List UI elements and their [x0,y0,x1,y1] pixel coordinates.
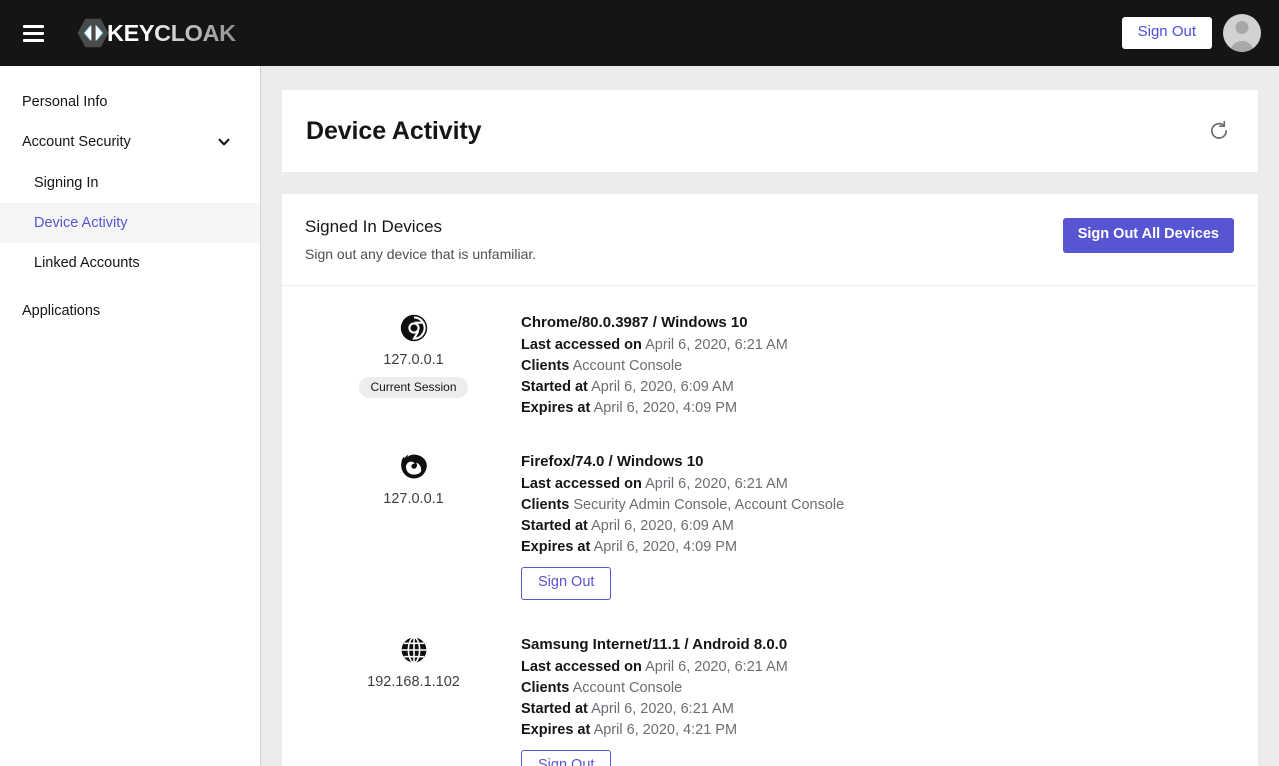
device-details: Firefox/74.0 / Windows 10 Last accessed … [521,449,1234,600]
last-accessed-value: April 6, 2020, 6:21 AM [645,476,788,492]
started-label: Started at [521,701,588,717]
sidebar-item-linked-accounts[interactable]: Linked Accounts [0,243,260,283]
hamburger-bar [23,39,44,42]
keycloak-hexagon-logo-icon [77,18,109,48]
sidebar-item-account-security[interactable]: Account Security [0,122,260,162]
sidebar-item-label: Device Activity [34,213,244,233]
card-header-texts: Signed In Devices Sign out any device th… [305,216,1063,263]
started-value: April 6, 2020, 6:09 AM [591,379,734,395]
expires-value: April 6, 2020, 4:09 PM [594,400,737,416]
card-title: Signed In Devices [305,216,1063,238]
hamburger-bar [23,25,44,28]
device-clients: Clients Security Admin Console, Account … [521,495,1234,516]
started-value: April 6, 2020, 6:09 AM [591,518,734,534]
sidebar-item-signing-in[interactable]: Signing In [0,163,260,203]
last-accessed-label: Last accessed on [521,659,642,675]
clients-label: Clients [521,497,569,513]
sidebar-item-device-activity[interactable]: Device Activity [0,203,260,243]
hamburger-bar [23,32,44,35]
device-started: Started at April 6, 2020, 6:09 AM [521,516,1234,537]
device-identity: 127.0.0.1 Current Session [306,310,521,398]
expires-label: Expires at [521,539,590,555]
device-expires: Expires at April 6, 2020, 4:09 PM [521,398,1234,419]
last-accessed-value: April 6, 2020, 6:21 AM [645,337,788,353]
expires-label: Expires at [521,722,590,738]
device-name: Firefox/74.0 / Windows 10 [521,451,1234,473]
sidebar: Personal Info Account Security Signing I… [0,66,261,766]
sign-out-device-button[interactable]: Sign Out [521,567,611,600]
clients-value: Account Console [573,680,683,696]
sidebar-item-label: Personal Info [22,92,244,112]
avatar-head [1236,21,1249,34]
page-title: Device Activity [306,117,481,146]
signed-in-devices-card: Signed In Devices Sign out any device th… [282,194,1258,766]
sidebar-item-personal-info[interactable]: Personal Info [0,82,260,122]
chrome-icon [400,314,428,347]
hamburger-icon[interactable] [10,0,56,66]
masthead: KEYCLOAK Sign Out [0,0,1279,66]
device-clients: Clients Account Console [521,678,1234,699]
device-ip: 127.0.0.1 [383,491,443,508]
device-expires: Expires at April 6, 2020, 4:21 PM [521,720,1234,741]
sign-out-device-button[interactable]: Sign Out [521,750,611,766]
device-list: 127.0.0.1 Current Session Chrome/80.0.39… [282,286,1258,766]
device-started: Started at April 6, 2020, 6:09 AM [521,377,1234,398]
page-header: Device Activity [282,90,1258,172]
expires-value: April 6, 2020, 4:09 PM [594,539,737,555]
device-row: 127.0.0.1 Current Session Chrome/80.0.39… [282,302,1258,427]
avatar-body [1231,41,1254,52]
expires-value: April 6, 2020, 4:21 PM [594,722,737,738]
clients-value: Account Console [573,358,683,374]
sign-out-all-devices-button[interactable]: Sign Out All Devices [1063,218,1234,253]
globe-icon [400,636,428,669]
device-details: Chrome/80.0.3987 / Windows 10 Last acces… [521,310,1234,419]
started-label: Started at [521,518,588,534]
last-accessed-label: Last accessed on [521,337,642,353]
clients-label: Clients [521,358,569,374]
sidebar-item-label: Signing In [34,173,244,193]
brand-name: KEYCLOAK [107,20,236,47]
device-clients: Clients Account Console [521,356,1234,377]
sidebar-item-applications[interactable]: Applications [0,291,260,331]
user-avatar-icon[interactable] [1223,14,1261,52]
device-expires: Expires at April 6, 2020, 4:09 PM [521,537,1234,558]
current-session-badge: Current Session [359,377,467,398]
clients-label: Clients [521,680,569,696]
started-value: April 6, 2020, 6:21 AM [591,701,734,717]
card-subtitle: Sign out any device that is unfamiliar. [305,245,1063,263]
sign-out-button[interactable]: Sign Out [1122,17,1212,49]
brand-logo[interactable]: KEYCLOAK [77,0,236,66]
last-accessed-value: April 6, 2020, 6:21 AM [645,659,788,675]
device-identity: 192.168.1.102 [306,632,521,691]
device-last-accessed: Last accessed on April 6, 2020, 6:21 AM [521,657,1234,678]
device-ip: 127.0.0.1 [383,352,443,369]
sidebar-item-label: Linked Accounts [34,253,244,273]
last-accessed-label: Last accessed on [521,476,642,492]
device-name: Samsung Internet/11.1 / Android 8.0.0 [521,634,1234,656]
device-name: Chrome/80.0.3987 / Windows 10 [521,312,1234,334]
refresh-icon[interactable] [1204,116,1234,146]
main-content: Device Activity Signed In Devices Sign o… [261,66,1279,766]
device-last-accessed: Last accessed on April 6, 2020, 6:21 AM [521,335,1234,356]
sidebar-item-label: Applications [22,301,244,321]
card-header: Signed In Devices Sign out any device th… [282,194,1258,286]
device-row: 192.168.1.102 Samsung Internet/11.1 / An… [282,624,1258,766]
masthead-actions: Sign Out [1122,14,1261,52]
clients-value: Security Admin Console, Account Console [573,497,844,513]
chevron-down-icon[interactable] [218,136,230,148]
started-label: Started at [521,379,588,395]
device-started: Started at April 6, 2020, 6:21 AM [521,699,1234,720]
device-identity: 127.0.0.1 [306,449,521,508]
device-last-accessed: Last accessed on April 6, 2020, 6:21 AM [521,474,1234,495]
firefox-icon [400,453,428,486]
sidebar-item-label: Account Security [22,132,218,152]
expires-label: Expires at [521,400,590,416]
device-row: 127.0.0.1 Firefox/74.0 / Windows 10 Last… [282,441,1258,608]
device-details: Samsung Internet/11.1 / Android 8.0.0 La… [521,632,1234,766]
device-ip: 192.168.1.102 [367,674,460,691]
